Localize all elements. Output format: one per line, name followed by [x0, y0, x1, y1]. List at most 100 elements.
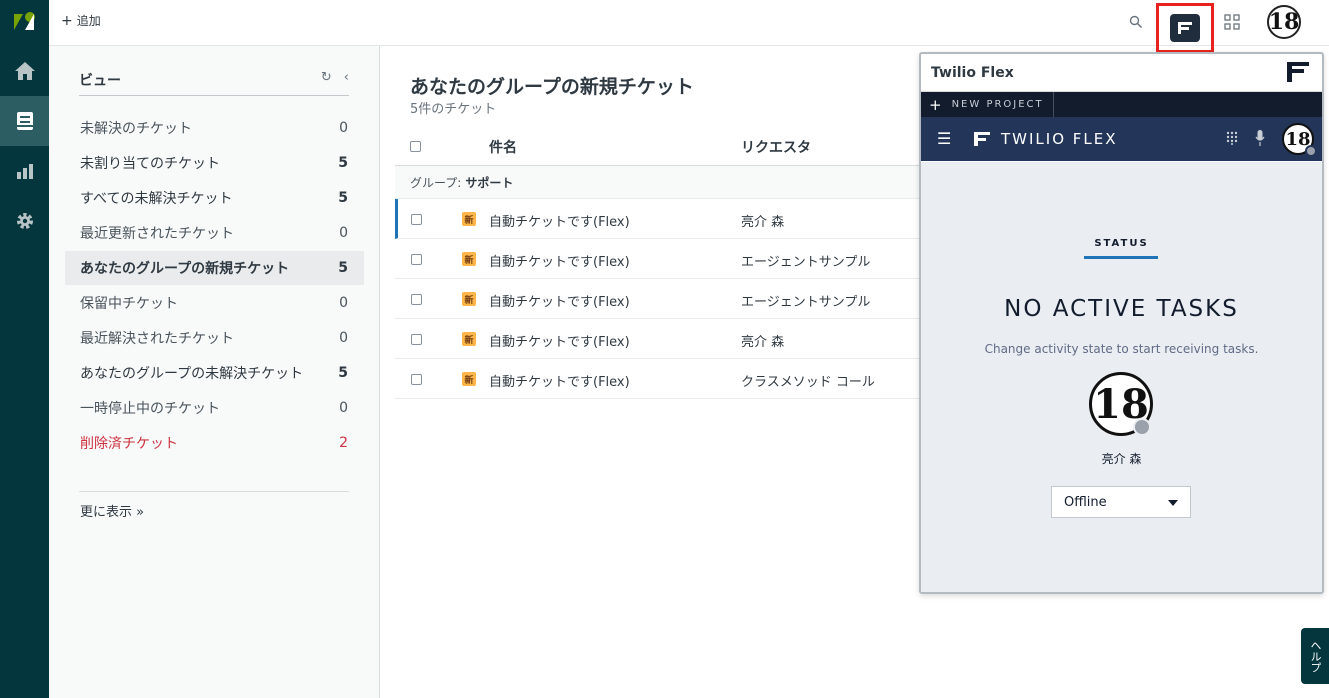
- view-item-count: 0: [339, 400, 348, 416]
- hamburger-menu-icon[interactable]: ☰: [937, 129, 951, 148]
- help-button[interactable]: ヘルプ: [1301, 628, 1329, 684]
- ticket-list: あなたのグループの新規チケット 5件のチケット 件名 リクエスタ グループ: サ…: [380, 46, 920, 698]
- plus-icon: +: [929, 95, 942, 114]
- view-item-pending[interactable]: 保留中チケット 0: [65, 286, 364, 320]
- agent-desktop: STATUS NO ACTIVE TASKS Change activity s…: [921, 162, 1322, 592]
- product-nav: [0, 0, 49, 698]
- view-item-suspended[interactable]: 一時停止中のチケット 0: [65, 391, 364, 425]
- caret-down-icon: [1168, 500, 1178, 506]
- view-item-label: 最近更新されたチケット: [80, 226, 234, 242]
- new-badge: 新: [462, 252, 476, 266]
- view-item-group-unsolved[interactable]: あなたのグループの未解決チケット 5: [65, 356, 364, 390]
- column-requester[interactable]: リクエスタ: [741, 137, 811, 157]
- select-all-checkbox[interactable]: [410, 141, 421, 152]
- twilio-flex-brand-icon: [974, 132, 990, 146]
- view-item-recently-updated[interactable]: 最近更新されたチケット 0: [65, 216, 364, 250]
- row-checkbox[interactable]: [411, 214, 422, 225]
- flex-panel-title: Twilio Flex: [931, 64, 1014, 81]
- ticket-requester: エージェントサンプル: [741, 295, 871, 310]
- user-avatar[interactable]: 18: [1267, 5, 1301, 39]
- ticket-subject[interactable]: 自動チケットです(Flex): [489, 331, 630, 350]
- view-item-group-new[interactable]: あなたのグループの新規チケット 5: [65, 251, 364, 285]
- agent-name: 亮介 森: [1101, 452, 1142, 466]
- search-icon[interactable]: [1129, 8, 1143, 36]
- view-item-label: 一時停止中のチケット: [80, 401, 220, 417]
- reporting-icon[interactable]: [0, 146, 49, 196]
- refresh-icon[interactable]: ↻: [321, 70, 332, 85]
- new-badge: 新: [462, 212, 476, 226]
- table-row[interactable]: 新 自動チケットです(Flex) クラスメソッド コール: [395, 359, 920, 399]
- table-header: 件名 リクエスタ: [395, 126, 920, 166]
- ticket-requester: 亮介 森: [741, 215, 785, 230]
- flex-nav-bar: ☰ TWILIO FLEX 18: [921, 117, 1322, 161]
- home-icon[interactable]: [0, 46, 49, 96]
- views-divider: [79, 491, 349, 492]
- table-row[interactable]: 新 自動チケットです(Flex) 亮介 森: [395, 319, 920, 359]
- view-item-count: 5: [338, 365, 348, 381]
- views-icon[interactable]: [0, 96, 49, 146]
- table-row[interactable]: 新 自動チケットです(Flex) 亮介 森: [395, 199, 920, 239]
- row-checkbox[interactable]: [411, 294, 422, 305]
- view-item-recently-solved[interactable]: 最近解決されたチケット 0: [65, 321, 364, 355]
- flex-brand: TWILIO FLEX: [973, 130, 1118, 148]
- ticket-subject[interactable]: 自動チケットです(Flex): [489, 371, 630, 390]
- view-item-count: 0: [339, 330, 348, 346]
- row-checkbox[interactable]: [411, 254, 422, 265]
- apps-grid-icon[interactable]: [1224, 8, 1240, 36]
- ticket-subject[interactable]: 自動チケットです(Flex): [489, 251, 630, 270]
- add-label: 追加: [76, 14, 101, 28]
- row-checkbox[interactable]: [411, 334, 422, 345]
- view-item-count: 0: [339, 295, 348, 311]
- ticket-requester: エージェントサンプル: [741, 255, 871, 270]
- views-title: ビュー: [79, 73, 121, 89]
- twilio-flex-panel: Twilio Flex + NEW PROJECT ☰ TWILIO FLEX …: [919, 52, 1324, 594]
- ticket-requester: 亮介 森: [741, 335, 785, 350]
- row-checkbox[interactable]: [411, 374, 422, 385]
- dialpad-icon[interactable]: [1226, 130, 1238, 149]
- ticket-subject[interactable]: 自動チケットです(Flex): [489, 291, 630, 310]
- view-item-label: 未解決のチケット: [80, 121, 192, 137]
- new-project-label: NEW PROJECT: [951, 99, 1044, 110]
- view-item-unassigned[interactable]: 未割り当てのチケット 5: [65, 146, 364, 180]
- twilio-flex-icon: [1170, 14, 1200, 42]
- twilio-flex-button[interactable]: [1156, 3, 1214, 53]
- view-item-label: 削除済チケット: [80, 436, 178, 452]
- view-item-label: 最近解決されたチケット: [80, 331, 234, 347]
- activity-hint: Change activity state to start receiving…: [984, 342, 1259, 356]
- view-item-open[interactable]: 未解決のチケット 0: [65, 111, 364, 145]
- activity-dropdown[interactable]: Offline: [1051, 486, 1191, 518]
- new-badge: 新: [462, 292, 476, 306]
- view-item-count: 0: [339, 120, 348, 136]
- views-header: ビュー ↻ ‹: [79, 70, 349, 96]
- ticket-subject[interactable]: 自動チケットです(Flex): [489, 211, 630, 230]
- new-project-bar[interactable]: + NEW PROJECT: [921, 92, 1322, 117]
- group-label: グループ:: [410, 175, 462, 190]
- view-item-all-unsolved[interactable]: すべての未解決チケット 5: [65, 181, 364, 215]
- admin-gear-icon[interactable]: [0, 196, 49, 246]
- table-row[interactable]: 新 自動チケットです(Flex) エージェントサンプル: [395, 239, 920, 279]
- view-item-count: 5: [338, 260, 348, 276]
- plus-icon: +: [61, 12, 73, 29]
- view-item-count: 5: [338, 155, 348, 171]
- page-title: あなたのグループの新規チケット: [410, 76, 694, 98]
- collapse-chevron-icon[interactable]: ‹: [344, 70, 349, 85]
- add-button[interactable]: + 追加: [61, 12, 101, 29]
- status-underline: [1084, 256, 1158, 259]
- top-bar: + 追加 18: [49, 0, 1329, 53]
- view-item-deleted[interactable]: 削除済チケット 2: [65, 426, 364, 460]
- zendesk-logo-icon[interactable]: [11, 8, 37, 34]
- table-row[interactable]: 新 自動チケットです(Flex) エージェントサンプル: [395, 279, 920, 319]
- flex-brand-label: TWILIO FLEX: [1001, 130, 1118, 148]
- ticket-count: 5件のチケット: [410, 102, 497, 117]
- view-item-count: 2: [339, 435, 348, 451]
- new-badge: 新: [462, 372, 476, 386]
- ticket-requester: クラスメソッド コール: [741, 375, 875, 390]
- show-more-link[interactable]: 更に表示 »: [80, 501, 144, 520]
- view-item-label: あなたのグループの未解決チケット: [80, 366, 304, 382]
- group-row: グループ: サポート: [395, 166, 920, 199]
- view-item-count: 5: [338, 190, 348, 206]
- view-item-label: 保留中チケット: [80, 296, 178, 312]
- column-subject[interactable]: 件名: [489, 137, 517, 157]
- avatar-status-dot: [1305, 145, 1317, 157]
- microphone-icon[interactable]: [1255, 129, 1265, 151]
